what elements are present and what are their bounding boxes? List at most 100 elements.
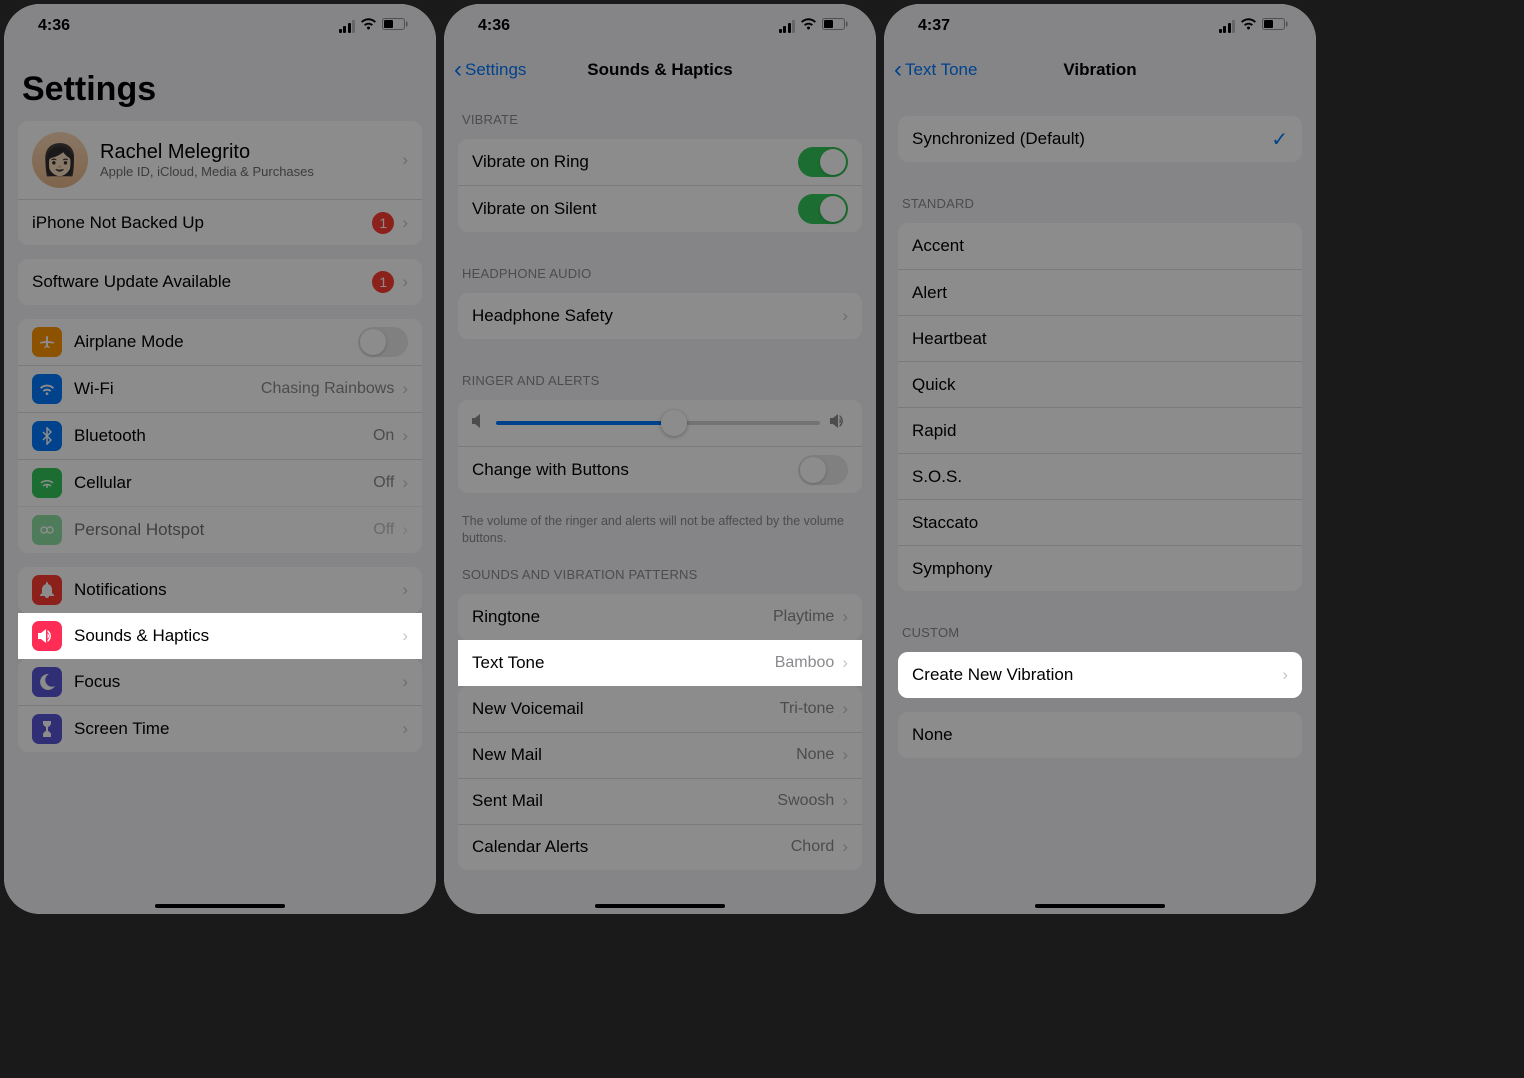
chevron-right-icon: › <box>842 607 848 627</box>
chevron-right-icon: › <box>402 379 408 399</box>
vibrate-on-silent-row[interactable]: Vibrate on Silent <box>458 185 862 232</box>
standard-group: AccentAlert Heartbeat Quick Rapid S.O.S. Stac… <box>898 223 1302 591</box>
vibrate-silent-label: Vibrate on Silent <box>472 199 798 219</box>
chevron-right-icon: › <box>842 745 848 765</box>
airplane-toggle[interactable] <box>358 327 408 357</box>
calendar-row[interactable]: Calendar Alerts Chord › <box>458 824 862 870</box>
calendar-label: Calendar Alerts <box>472 837 791 857</box>
wifi-row[interactable]: Wi-Fi Chasing Rainbows › <box>18 365 422 412</box>
profile-subtitle: Apple ID, iCloud, Media & Purchases <box>100 164 402 179</box>
vibrate-ring-label: Vibrate on Ring <box>472 152 798 172</box>
none-row[interactable]: None <box>898 712 1302 758</box>
cellular-row[interactable]: Cellular Off › <box>18 459 422 506</box>
sent-mail-label: Sent Mail <box>472 791 777 811</box>
synchronized-row[interactable]: Synchronized (Default) ✓ <box>898 116 1302 162</box>
chevron-right-icon: › <box>402 520 408 540</box>
patterns-group-bottom: New Voicemail Tri-tone › New Mail None ›… <box>458 686 862 870</box>
bluetooth-row[interactable]: Bluetooth On › <box>18 412 422 459</box>
bluetooth-value: On <box>373 427 394 445</box>
wifi-icon <box>1240 17 1257 35</box>
chevron-right-icon: › <box>402 150 408 170</box>
sent-mail-row[interactable]: Sent Mail Swoosh › <box>458 778 862 824</box>
vibration-option-row[interactable]: Quick <box>898 361 1302 407</box>
vibration-option-row[interactable]: Accent <box>898 223 1302 269</box>
backup-warning-row[interactable]: iPhone Not Backed Up 1 › <box>18 199 422 245</box>
text-tone-row[interactable]: Text Tone Bamboo › <box>458 640 862 686</box>
vibration-option-row[interactable]: S.O.S. <box>898 453 1302 499</box>
airplane-mode-row[interactable]: Airplane Mode <box>18 319 422 365</box>
back-button[interactable]: ‹ Settings <box>454 56 526 84</box>
sent-mail-value: Swoosh <box>777 792 834 810</box>
airplane-label: Airplane Mode <box>74 332 358 352</box>
vibration-option-label: Staccato <box>912 513 1288 533</box>
focus-row[interactable]: Focus › <box>18 659 422 705</box>
wifi-icon <box>800 17 817 35</box>
notifications-icon <box>32 575 62 605</box>
network-group: Airplane Mode Wi-Fi Chasing Rainbows › B… <box>18 319 422 553</box>
vibrate-silent-toggle[interactable] <box>798 194 848 224</box>
vibration-option-row[interactable]: Alert <box>898 269 1302 315</box>
create-vibration-row[interactable]: Create New Vibration › <box>898 652 1302 698</box>
vibration-option-label: Quick <box>912 375 1288 395</box>
apple-id-row[interactable]: 👩🏻 Rachel Melegrito Apple ID, iCloud, Me… <box>18 121 422 199</box>
chevron-right-icon: › <box>402 272 408 292</box>
chevron-right-icon: › <box>842 791 848 811</box>
screentime-row[interactable]: Screen Time › <box>18 705 422 752</box>
status-time: 4:36 <box>38 17 70 35</box>
back-label: Settings <box>465 60 526 80</box>
back-label: Text Tone <box>905 60 977 80</box>
bluetooth-label: Bluetooth <box>74 426 373 446</box>
section-standard: Standard <box>884 176 1316 217</box>
chevron-right-icon: › <box>842 653 848 673</box>
vibration-option-label: Heartbeat <box>912 329 1288 349</box>
ringer-group: Change with Buttons <box>458 400 862 493</box>
status-bar: 4:36 <box>4 4 436 48</box>
hotspot-row[interactable]: Personal Hotspot Off › <box>18 506 422 553</box>
cellular-signal-icon <box>779 20 796 33</box>
vibration-option-row[interactable]: Rapid <box>898 407 1302 453</box>
vibrate-ring-toggle[interactable] <box>798 147 848 177</box>
sounds-haptics-row[interactable]: Sounds & Haptics › <box>18 613 422 659</box>
volume-slider[interactable] <box>496 421 820 425</box>
vibration-option-label: Rapid <box>912 421 1288 441</box>
home-indicator[interactable] <box>595 904 725 909</box>
ringer-footer: The volume of the ringer and alerts will… <box>444 507 876 547</box>
new-mail-row[interactable]: New Mail None › <box>458 732 862 778</box>
vibration-option-row[interactable]: Heartbeat <box>898 315 1302 361</box>
new-mail-value: None <box>796 746 834 764</box>
vibration-option-row[interactable]: Symphony <box>898 545 1302 591</box>
chevron-right-icon: › <box>402 580 408 600</box>
chevron-right-icon: › <box>842 837 848 857</box>
screentime-icon <box>32 714 62 744</box>
status-indicators <box>779 17 849 35</box>
notifications-row[interactable]: Notifications › <box>18 567 422 613</box>
bluetooth-icon <box>32 421 62 451</box>
change-buttons-toggle[interactable] <box>798 455 848 485</box>
create-vibration-highlight: Create New Vibration › <box>898 652 1302 698</box>
vibration-option-label: Symphony <box>912 559 1288 579</box>
vibrate-on-ring-row[interactable]: Vibrate on Ring <box>458 139 862 185</box>
volume-low-icon <box>472 413 486 433</box>
ringtone-row[interactable]: Ringtone Playtime › <box>458 594 862 640</box>
voicemail-row[interactable]: New Voicemail Tri-tone › <box>458 686 862 732</box>
headphone-group: Headphone Safety › <box>458 293 862 339</box>
home-indicator[interactable] <box>155 904 285 909</box>
battery-icon <box>822 17 848 35</box>
calendar-value: Chord <box>791 838 835 856</box>
text-tone-value: Bamboo <box>775 654 835 672</box>
home-indicator[interactable] <box>1035 904 1165 909</box>
wifi-value: Chasing Rainbows <box>261 380 394 398</box>
section-headphone: Headphone Audio <box>444 246 876 287</box>
software-update-row[interactable]: Software Update Available 1 › <box>18 259 422 305</box>
vibration-option-row[interactable]: Staccato <box>898 499 1302 545</box>
none-label: None <box>912 725 1288 745</box>
headphone-safety-row[interactable]: Headphone Safety › <box>458 293 862 339</box>
cellular-signal-icon <box>1219 20 1236 33</box>
back-button[interactable]: ‹ Text Tone <box>894 56 977 84</box>
change-with-buttons-row[interactable]: Change with Buttons <box>458 446 862 493</box>
battery-icon <box>1262 17 1288 35</box>
system-group: Notifications › <box>18 567 422 613</box>
chevron-right-icon: › <box>842 306 848 326</box>
focus-icon <box>32 667 62 697</box>
ringtone-value: Playtime <box>773 608 834 626</box>
